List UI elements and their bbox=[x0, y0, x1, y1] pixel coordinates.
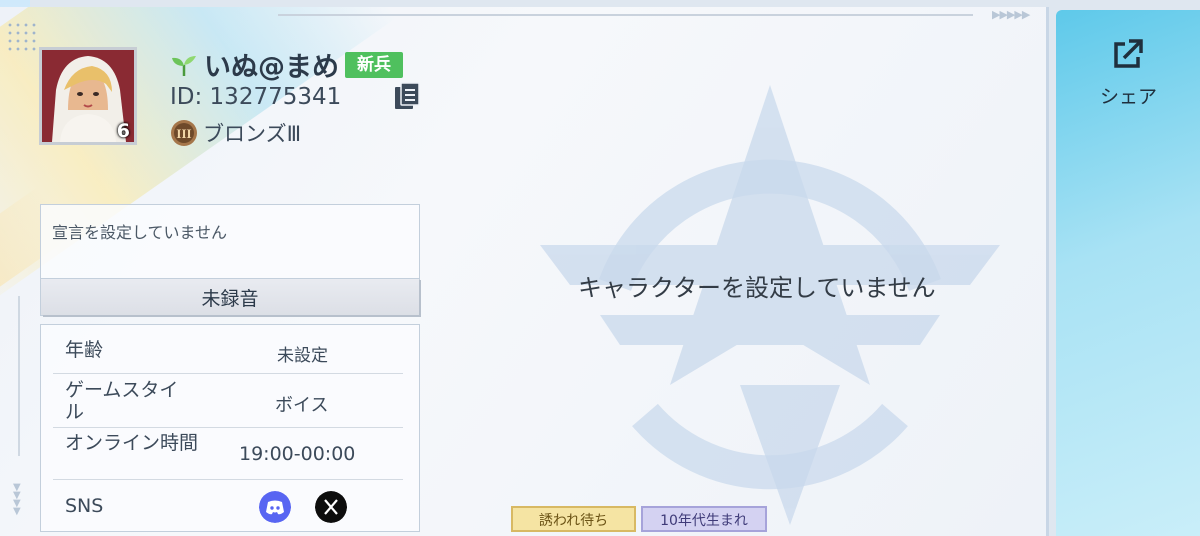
down-arrows-icon: ▼ ▼ ▼ ▼ bbox=[13, 482, 21, 517]
declaration-text: 宣言を設定していません bbox=[52, 223, 228, 242]
star-emblem-watermark bbox=[540, 85, 1000, 525]
copy-icon[interactable] bbox=[392, 82, 422, 112]
avatar-level: 6 bbox=[116, 120, 130, 142]
dot-pattern bbox=[6, 21, 38, 51]
name-row: いぬ@まめ 新兵 bbox=[170, 45, 403, 84]
info-box: 年齢 未設定 ゲームスタイル ボイス オンライン時間 19:00-00:00 S… bbox=[40, 324, 420, 532]
side-divider bbox=[18, 296, 20, 456]
tag-waiting-invite: 誘われ待ち bbox=[511, 506, 636, 532]
player-name: いぬ@まめ bbox=[204, 52, 339, 83]
sprout-icon bbox=[172, 55, 196, 76]
x-icon[interactable] bbox=[315, 491, 347, 523]
rank-badge: 新兵 bbox=[345, 51, 403, 78]
online-time-value: 19:00-00:00 bbox=[239, 443, 356, 465]
tier-row: III ブロンズⅢ bbox=[170, 118, 301, 148]
top-divider bbox=[278, 14, 973, 16]
gamestyle-label: ゲームスタイル bbox=[65, 379, 179, 423]
tag-birth-era: 10年代生まれ bbox=[641, 506, 767, 532]
age-label: 年齢 bbox=[65, 339, 104, 361]
online-time-label: オンライン時間 bbox=[65, 432, 199, 454]
svg-text:III: III bbox=[176, 126, 191, 141]
no-character-text: キャラクターを設定していません bbox=[578, 274, 936, 302]
share-icon[interactable] bbox=[1110, 38, 1144, 72]
player-id: ID: 132775341 bbox=[170, 84, 342, 110]
discord-icon[interactable] bbox=[259, 491, 291, 523]
info-row-sns: SNS bbox=[53, 479, 403, 531]
avatar[interactable]: 6 bbox=[39, 47, 137, 145]
arrows-icon: ▶▶▶▶▶ bbox=[992, 8, 1030, 21]
info-row-gamestyle: ゲームスタイル ボイス bbox=[53, 373, 403, 428]
share-label[interactable]: シェア bbox=[1100, 82, 1157, 109]
record-button[interactable]: 未録音 bbox=[41, 278, 419, 315]
tier-label: ブロンズⅢ bbox=[203, 122, 302, 146]
info-row-age: 年齢 未設定 bbox=[53, 325, 403, 374]
bronze-tier-icon: III bbox=[171, 120, 197, 146]
info-row-online-time: オンライン時間 19:00-00:00 bbox=[53, 427, 403, 480]
gamestyle-value: ボイス bbox=[275, 395, 329, 416]
declaration-box: 宣言を設定していません 未録音 bbox=[40, 204, 420, 316]
sns-label: SNS bbox=[65, 495, 104, 517]
age-value: 未設定 bbox=[277, 346, 328, 366]
